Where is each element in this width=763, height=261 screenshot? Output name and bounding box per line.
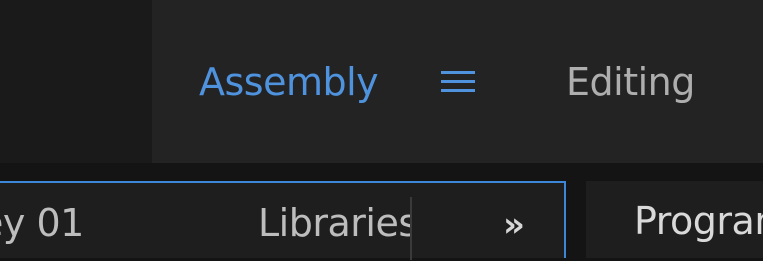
double-chevron-right-icon[interactable]: » bbox=[503, 205, 525, 245]
workspace-bar-left-region bbox=[0, 0, 152, 163]
tab-libraries[interactable]: Libraries bbox=[258, 201, 410, 261]
project-panel-frame: ey 01 Libraries » bbox=[0, 181, 566, 261]
tab-project-label: ey 01 bbox=[0, 201, 84, 245]
panel-tab-divider bbox=[410, 197, 412, 260]
tab-project[interactable]: ey 01 bbox=[0, 201, 110, 261]
workspace-tab-editing[interactable]: Editing bbox=[566, 52, 695, 112]
hamburger-menu-icon[interactable] bbox=[441, 69, 475, 95]
program-monitor-panel: Program bbox=[586, 181, 763, 258]
panels-area: ey 01 Libraries » Program bbox=[0, 163, 763, 261]
tab-program[interactable]: Program bbox=[634, 199, 763, 243]
workspace-bar: Assembly Editing bbox=[0, 0, 763, 163]
workspace-tab-assembly[interactable]: Assembly bbox=[199, 52, 379, 112]
